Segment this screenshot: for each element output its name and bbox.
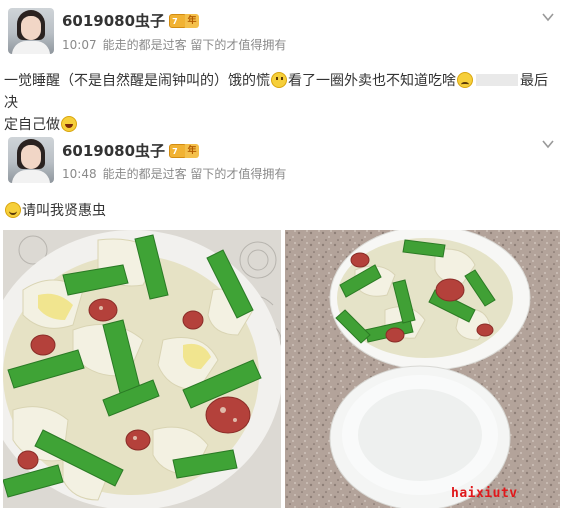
user-signature: 能走的都是过客 留下的才值得拥有 <box>102 167 287 181</box>
sad-face-icon <box>271 72 287 88</box>
username[interactable]: 6019080虫子 7 年 <box>62 140 200 161</box>
censor-patch <box>476 74 518 86</box>
smile-face-icon <box>5 202 21 218</box>
post-text: 请叫我贤惠虫 <box>4 200 106 222</box>
chevron-down-icon[interactable] <box>541 137 555 151</box>
user-signature: 能走的都是过客 留下的才值得拥有 <box>102 38 287 52</box>
post-meta: 10:07 能走的都是过客 留下的才值得拥有 <box>62 36 286 53</box>
post-text: 一觉睡醒（不是自然醒是闹钟叫的）饿的慌 看了一圈外卖也不知道吃啥 最后决 定自己做 <box>4 72 548 133</box>
food-photo-right[interactable] <box>285 230 560 508</box>
post-time: 10:48 <box>62 167 97 181</box>
thinking-face-icon <box>457 72 473 88</box>
post-meta: 10:48 能走的都是过客 留下的才值得拥有 <box>62 165 286 182</box>
avatar[interactable] <box>8 8 54 54</box>
username[interactable]: 6019080虫子 7 年 <box>62 10 200 31</box>
laughing-face-icon <box>61 116 77 132</box>
member-badge-icon: 7年 <box>169 14 200 29</box>
chevron-down-icon[interactable] <box>541 10 555 24</box>
watermark: haixiutv <box>451 486 518 501</box>
avatar[interactable] <box>8 137 54 183</box>
member-badge-icon: 7年 <box>169 144 200 159</box>
post-time: 10:07 <box>62 38 97 52</box>
food-photo-left[interactable] <box>3 230 281 508</box>
